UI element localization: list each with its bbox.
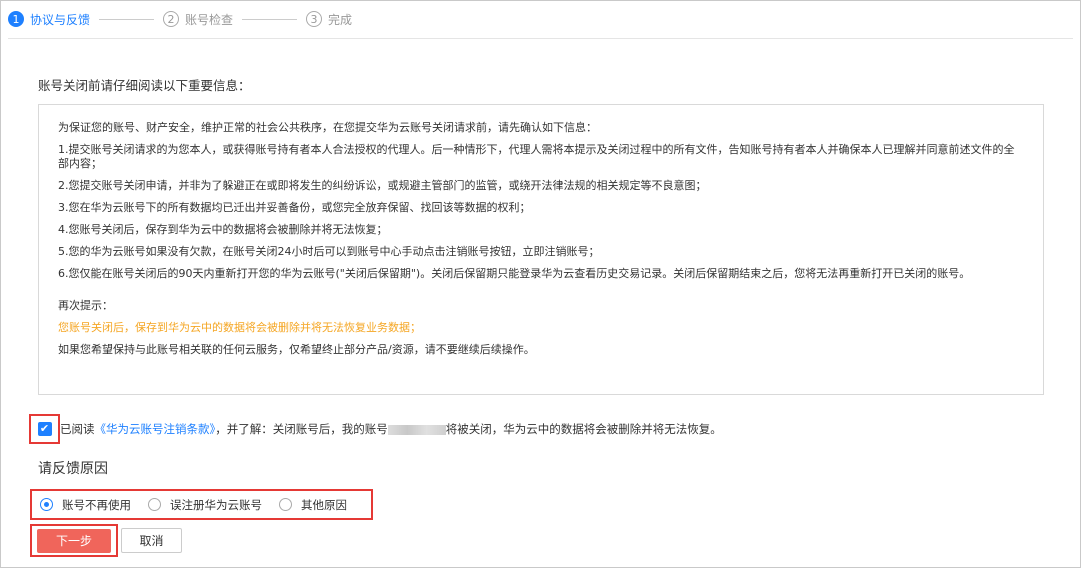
feedback-title: 请反馈原因 (38, 461, 108, 477)
progress-steps: 1 协议与反馈 2 账号检查 3 完成 (8, 9, 352, 29)
agreement-suffix: 将被关闭，华为云中的数据将会被删除并将无法恢复。 (445, 422, 722, 436)
reminder-warning: 您账号关闭后，保存到华为云中的数据将会被删除并将无法恢复业务数据； (58, 321, 421, 334)
reminder-title: 再次提示： (58, 299, 113, 312)
step-3-label: 完成 (328, 12, 353, 27)
step-1-label: 协议与反馈 (30, 12, 91, 27)
reason-option-no-longer-used[interactable]: 账号不再使用 (40, 497, 131, 513)
step-3-number: 3 (306, 11, 323, 27)
reason-option-other[interactable]: 其他原因 (279, 497, 347, 513)
agreement-prefix: 已阅读 (60, 422, 95, 436)
notice-line: 1.提交账号关闭请求的为您本人，或获得账号持有者本人合法授权的代理人。后一种情形… (58, 143, 1015, 170)
step-connector (242, 18, 298, 20)
next-button[interactable]: 下一步 (37, 528, 111, 553)
intro-text: 账号关闭前请仔细阅读以下重要信息： (38, 78, 251, 93)
notice-line: 为保证您的账号、财产安全，维护正常的社会公共秩序，在您提交华为云账号关闭请求前，… (58, 121, 597, 134)
notice-line: 2.您提交账号关闭申请，并非为了躲避正在或即将发生的纠纷诉讼，或规避主管部门的监… (58, 179, 707, 192)
reminder-note: 如果您希望保持与此账号相关联的任何云服务，仅希望终止部分产品/资源，请不要继续后… (58, 343, 535, 356)
notice-line: 3.您在华为云账号下的所有数据均已迁出并妥善备份，或您完全放弃保留、找回该等数据… (58, 201, 531, 214)
notice-line: 4.您账号关闭后，保存到华为云中的数据将会被删除并将无法恢复； (58, 223, 388, 236)
agreement-checkbox[interactable]: ✔ (37, 422, 52, 436)
radio-label: 账号不再使用 (62, 497, 131, 512)
radio-label: 误注册华为云账号 (170, 497, 262, 512)
agreement-checkbox-highlight[interactable]: ✔ (29, 414, 60, 444)
notice-box: 为保证您的账号、财产安全，维护正常的社会公共秩序，在您提交华为云账号关闭请求前，… (38, 104, 1044, 395)
feedback-options: 账号不再使用 误注册华为云账号 其他原因 (30, 489, 373, 520)
header-divider (8, 38, 1073, 39)
agreement-text: 已阅读《华为云账号注销条款》，并了解：关闭账号后，我的账号 将被关闭，华为云中的数… (60, 421, 722, 437)
step-agreement: 1 协议与反馈 (8, 11, 90, 28)
step-2-label: 账号检查 (185, 12, 234, 27)
radio-label: 其他原因 (301, 497, 347, 512)
reason-option-mistaken-registration[interactable]: 误注册华为云账号 (148, 497, 262, 513)
agreement-middle: ，并了解：关闭账号后，我的账号 (215, 422, 388, 436)
radio-button[interactable] (40, 498, 53, 511)
radio-button[interactable] (148, 498, 161, 511)
radio-button[interactable] (279, 498, 292, 511)
step-complete: 3 完成 (306, 11, 352, 28)
cancel-button[interactable]: 取消 (121, 528, 182, 553)
checkmark-icon: ✔ (39, 422, 50, 435)
step-connector (99, 18, 155, 20)
agreement-row: ✔ 已阅读《华为云账号注销条款》，并了解：关闭账号后，我的账号 将被关闭，华为云中… (29, 414, 722, 444)
step-account-check: 2 账号检查 (163, 11, 233, 28)
terms-link[interactable]: 《华为云账号注销条款》 (95, 422, 216, 436)
notice-line: 6.您仅能在账号关闭后的90天内重新打开您的华为云账号("关闭后保留期")。关闭… (58, 267, 971, 280)
step-1-number: 1 (8, 11, 24, 27)
next-button-highlight: 下一步 (30, 524, 118, 557)
masked-account-id (387, 424, 446, 435)
notice-line: 5.您的华为云账号如果没有欠款，在账号关闭24小时后可以到账号中心手动点击注销账… (58, 245, 600, 258)
step-2-number: 2 (163, 11, 180, 27)
